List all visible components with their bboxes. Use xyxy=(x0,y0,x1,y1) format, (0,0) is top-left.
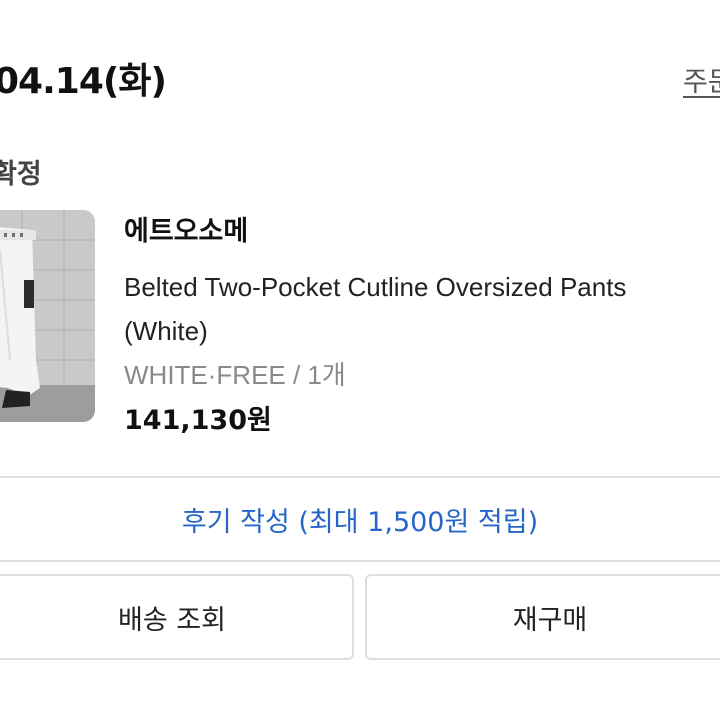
product-name-line-2: (White) xyxy=(124,316,208,346)
order-detail-link[interactable]: 주문 xyxy=(683,60,720,99)
product-option: WHITE·FREE / 1개 xyxy=(124,360,346,390)
write-review-button[interactable]: 후기 작성 (최대 1,500원 적립) xyxy=(0,476,720,562)
product-price: 141,130원 xyxy=(124,405,272,436)
product-name[interactable]: Belted Two-Pocket Cutline Oversized Pant… xyxy=(124,265,720,353)
track-delivery-label: 배송 조회 xyxy=(118,604,226,636)
track-delivery-button[interactable]: 배송 조회 xyxy=(0,574,354,660)
reorder-label: 재구매 xyxy=(512,604,588,636)
order-date: 04.14(화) xyxy=(0,61,167,102)
product-info: 에트오소메 Belted Two-Pocket Cutline Oversize… xyxy=(124,214,720,439)
reorder-button[interactable]: 재구매 xyxy=(365,574,720,660)
write-review-label: 후기 작성 (최대 1,500원 적립) xyxy=(181,506,539,538)
brand-name[interactable]: 에트오소메 xyxy=(124,214,720,250)
product-photo xyxy=(0,210,95,422)
order-card: 04.14(화) 주문 확정 xyxy=(0,0,720,720)
product-image[interactable] xyxy=(0,210,95,422)
product-name-line-1: Belted Two-Pocket Cutline Oversized Pant… xyxy=(124,272,627,302)
order-status-label: 확정 xyxy=(0,159,42,190)
